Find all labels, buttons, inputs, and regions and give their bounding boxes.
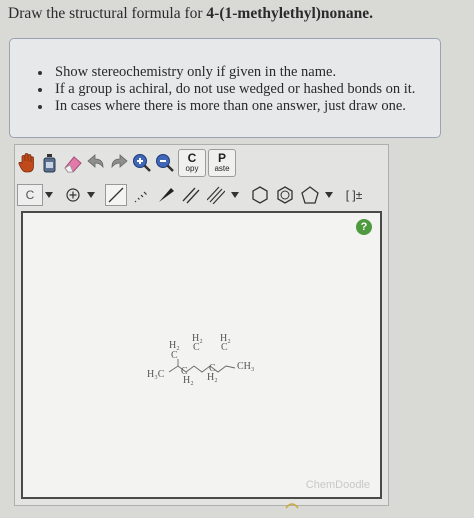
undo-button[interactable] <box>86 152 106 174</box>
charge-button[interactable] <box>63 184 83 206</box>
instruction-item: If a group is achiral, do not use wedged… <box>38 81 415 98</box>
mol-label-h3c: H₃C <box>147 369 165 380</box>
copy-button[interactable]: C opy <box>178 149 206 177</box>
atom-dropdown-arrow[interactable] <box>44 184 54 206</box>
carbon-atom-button[interactable]: C <box>17 184 43 206</box>
molecule-drawing: H₃C CH₃ H₂ C H₂ C H₂ C H₂ C H₂ C <box>147 333 254 385</box>
mol-label-c: C <box>193 342 200 353</box>
triple-bond-button[interactable] <box>205 184 227 206</box>
copy-label-bottom: opy <box>185 164 199 173</box>
mol-label-c: C <box>221 342 228 353</box>
redo-icon <box>111 154 128 169</box>
bracket-charge-button[interactable]: [ ]± <box>341 184 367 206</box>
paste-button[interactable]: P aste <box>208 149 236 177</box>
plus-charge-icon <box>66 188 80 202</box>
chemdoodle-editor: C opy P aste C []± ? H₃C CH₃ H₂ C H₂ C … <box>14 144 389 506</box>
mol-label-ch3: CH₃ <box>237 361 254 372</box>
drawing-canvas[interactable]: ? H₃C CH₃ H₂ C H₂ C H₂ C H₂ C H₂ C ChemD… <box>21 211 382 499</box>
wedge-bond-icon <box>159 188 174 202</box>
chevron-down-icon <box>45 192 53 198</box>
instructions-list: Show stereochemistry only if given in th… <box>38 64 415 115</box>
pentagon-ring-button[interactable] <box>299 184 321 206</box>
hand-tool-button[interactable] <box>17 152 37 174</box>
single-bond-button[interactable] <box>105 184 127 206</box>
bottle-icon <box>43 154 56 173</box>
zoom-out-button[interactable] <box>155 152 175 174</box>
instruction-item: In cases where there is more than one an… <box>38 98 415 115</box>
instructions-box: Show stereochemistry only if given in th… <box>9 38 441 138</box>
chemdoodle-logo-icon <box>285 503 299 509</box>
carbon-atom-label: C <box>25 188 35 202</box>
chevron-down-icon <box>87 192 95 198</box>
question-text: Draw the structural formula for 4-(1-met… <box>8 5 373 23</box>
help-icon[interactable]: ? <box>356 219 372 235</box>
hand-icon <box>18 153 34 173</box>
mol-label-c: C <box>181 366 188 377</box>
chevron-down-icon <box>231 192 239 198</box>
benzene-ring-button[interactable] <box>274 184 296 206</box>
bracket-charge-label: [ ]± <box>345 188 363 202</box>
ring-dropdown-arrow[interactable] <box>324 184 334 206</box>
hexagon-icon <box>252 186 268 204</box>
molecule-bonds <box>168 359 236 373</box>
toolbar-row-2: C []± <box>17 179 370 211</box>
zoom-in-button[interactable] <box>132 152 152 174</box>
copy-label-top: C <box>187 151 197 165</box>
question-prefix: Draw the structural formula for <box>8 5 207 22</box>
hashed-bond-button[interactable] <box>130 184 152 206</box>
hexagon-ring-button[interactable] <box>249 184 271 206</box>
undo-icon <box>87 154 104 169</box>
mol-label-c: C <box>171 350 178 361</box>
paste-label-top: P <box>217 151 226 165</box>
toolbar-row-1: C opy P aste <box>17 147 238 179</box>
zoom-out-icon <box>156 154 174 172</box>
eraser-icon <box>64 156 82 173</box>
chemdoodle-brand: ChemDoodle <box>305 479 370 491</box>
double-bond-button[interactable] <box>180 184 202 206</box>
paste-label-bottom: aste <box>214 164 230 173</box>
erase-all-button[interactable] <box>40 152 60 174</box>
instruction-item: Show stereochemistry only if given in th… <box>38 64 415 81</box>
bond-dropdown-arrow[interactable] <box>230 184 240 206</box>
mol-label-c: C <box>209 363 216 374</box>
triple-bond-icon <box>207 186 225 204</box>
pentagon-icon <box>301 186 319 204</box>
eraser-button[interactable] <box>63 152 83 174</box>
benzene-icon <box>277 186 293 204</box>
charge-dropdown-arrow[interactable] <box>86 184 96 206</box>
redo-button[interactable] <box>109 152 129 174</box>
zoom-in-icon <box>133 154 151 172</box>
hashed-bond-icon <box>134 191 147 203</box>
chevron-down-icon <box>325 192 333 198</box>
wedge-bond-button[interactable] <box>155 184 177 206</box>
double-bond-icon <box>182 187 200 204</box>
single-bond-icon <box>108 187 124 203</box>
compound-name: 4-(1-methylethyl)nonane. <box>206 5 374 22</box>
